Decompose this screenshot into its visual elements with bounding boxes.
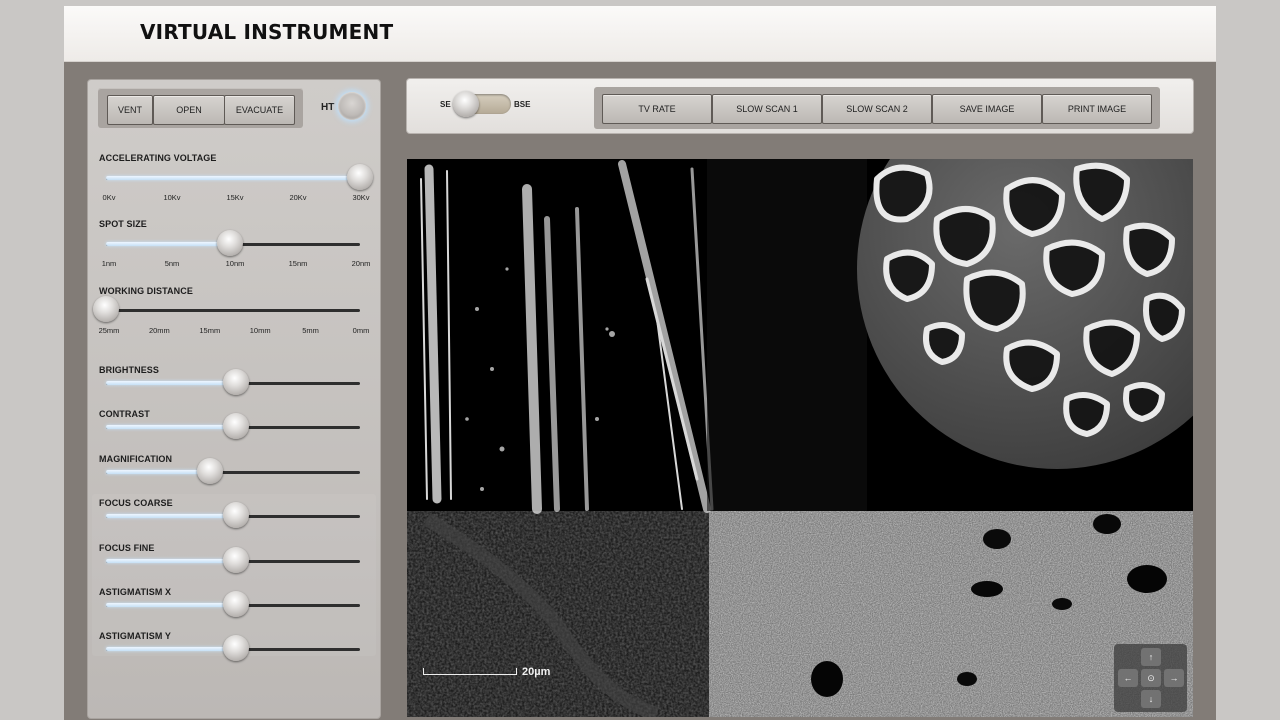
control-panel: VENT OPEN EVACUATE HT ACCELERATING VOLTA… xyxy=(87,79,381,719)
astigmatism-y-slider[interactable] xyxy=(106,635,360,661)
slider-thumb[interactable] xyxy=(223,635,249,661)
slider-thumb[interactable] xyxy=(223,413,249,439)
slow-scan-1-button[interactable]: SLOW SCAN 1 xyxy=(712,94,822,124)
tick-label: 0mm xyxy=(352,326,370,335)
magnification-slider[interactable] xyxy=(106,458,360,484)
arrow-up-icon[interactable]: ↑ xyxy=(1141,648,1161,666)
tick-label: 20mm xyxy=(148,326,170,335)
contrast-slider[interactable] xyxy=(106,413,360,439)
sem-image-viewer[interactable]: 20µm ↑ ← ⊙ → ↓ xyxy=(407,159,1193,717)
focus-fine-slider[interactable] xyxy=(106,547,360,573)
slider-fill xyxy=(106,470,210,474)
focus-coarse-slider[interactable] xyxy=(106,502,360,528)
app-window: VIRTUAL INSTRUMENT VENT OPEN EVACUATE HT… xyxy=(64,6,1216,720)
brightness-slider[interactable] xyxy=(106,369,360,395)
slow-scan-2-button[interactable]: SLOW SCAN 2 xyxy=(822,94,932,124)
astigmatism-x-label: ASTIGMATISM X xyxy=(99,587,172,597)
slider-fill xyxy=(106,176,360,180)
tick-label: 15Kv xyxy=(226,193,244,202)
spot-size-slider[interactable] xyxy=(106,230,360,256)
slider-thumb[interactable] xyxy=(223,591,249,617)
open-button[interactable]: OPEN xyxy=(153,95,225,125)
tick-label: 20nm xyxy=(351,259,371,268)
slider-thumb[interactable] xyxy=(217,230,243,256)
scale-label: 20µm xyxy=(522,666,551,678)
slider-fill xyxy=(106,559,236,563)
vacuum-button-group: VENT OPEN EVACUATE xyxy=(98,88,303,128)
accelerating-voltage-slider[interactable] xyxy=(106,164,373,190)
toggle-knob[interactable] xyxy=(453,91,479,117)
accelerating-voltage-ticks: 0Kv 10Kv 15Kv 20Kv 30Kv xyxy=(101,193,370,203)
slider-thumb[interactable] xyxy=(93,296,119,322)
tick-label: 15nm xyxy=(288,259,308,268)
center-icon[interactable]: ⊙ xyxy=(1141,669,1161,687)
scan-button-group: TV RATE SLOW SCAN 1 SLOW SCAN 2 SAVE IMA… xyxy=(594,87,1160,129)
sem-image xyxy=(407,159,1193,717)
tick-label: 1nm xyxy=(101,259,117,268)
tick-label: 10Kv xyxy=(163,193,181,202)
tv-rate-button[interactable]: TV RATE xyxy=(602,94,712,124)
bse-label: BSE xyxy=(514,100,531,109)
astigmatism-x-slider[interactable] xyxy=(106,591,360,617)
app-title: VIRTUAL INSTRUMENT xyxy=(140,20,394,44)
slider-thumb[interactable] xyxy=(223,502,249,528)
slider-fill xyxy=(106,425,236,429)
se-label: SE xyxy=(440,100,451,109)
scan-toolbar: SE BSE TV RATE SLOW SCAN 1 SLOW SCAN 2 S… xyxy=(406,78,1194,134)
spot-size-label: SPOT SIZE xyxy=(99,219,147,229)
scale-bar xyxy=(423,668,517,675)
detector-toggle[interactable] xyxy=(453,91,511,117)
working-distance-slider[interactable] xyxy=(93,296,360,322)
focus-coarse-label: FOCUS COARSE xyxy=(99,498,173,508)
evacuate-button[interactable]: EVACUATE xyxy=(224,95,295,125)
slider-thumb[interactable] xyxy=(347,164,373,190)
slider-fill xyxy=(106,381,236,385)
tick-label: 10mm xyxy=(249,326,271,335)
slider-fill xyxy=(106,647,236,651)
spot-size-ticks: 1nm 5nm 10nm 15nm 20nm xyxy=(101,259,371,269)
slider-thumb[interactable] xyxy=(223,369,249,395)
magnification-label: MAGNIFICATION xyxy=(99,454,173,464)
tick-label: 25mm xyxy=(98,326,120,335)
vent-button[interactable]: VENT xyxy=(107,95,153,125)
arrow-right-icon[interactable]: → xyxy=(1164,669,1184,687)
ht-label: HT xyxy=(321,102,335,113)
slider-thumb[interactable] xyxy=(197,458,223,484)
ht-toggle-button[interactable] xyxy=(338,92,366,120)
accelerating-voltage-label: ACCELERATING VOLTAGE xyxy=(99,153,217,163)
tick-label: 15mm xyxy=(199,326,221,335)
working-distance-ticks: 25mm 20mm 15mm 10mm 5mm 0mm xyxy=(98,326,370,336)
tick-label: 30Kv xyxy=(352,193,370,202)
slider-fill xyxy=(106,242,230,246)
contrast-label: CONTRAST xyxy=(99,409,150,419)
save-image-button[interactable]: SAVE IMAGE xyxy=(932,94,1042,124)
header-bar: VIRTUAL INSTRUMENT xyxy=(64,6,1216,62)
working-distance-label: WORKING DISTANCE xyxy=(99,286,193,296)
print-image-button[interactable]: PRINT IMAGE xyxy=(1042,94,1152,124)
arrow-left-icon[interactable]: ← xyxy=(1118,669,1138,687)
focus-fine-label: FOCUS FINE xyxy=(99,543,155,553)
slider-thumb[interactable] xyxy=(223,547,249,573)
slider-fill xyxy=(106,514,236,518)
tick-label: 0Kv xyxy=(102,193,116,202)
tick-label: 20Kv xyxy=(289,193,307,202)
tick-label: 5mm xyxy=(302,326,319,335)
slider-fill xyxy=(106,603,236,607)
astigmatism-y-label: ASTIGMATISM Y xyxy=(99,631,171,641)
tick-label: 10nm xyxy=(225,259,245,268)
tick-label: 5nm xyxy=(164,259,180,268)
brightness-label: BRIGHTNESS xyxy=(99,365,160,375)
navigation-pad: ↑ ← ⊙ → ↓ xyxy=(1114,644,1187,712)
arrow-down-icon[interactable]: ↓ xyxy=(1141,690,1161,708)
